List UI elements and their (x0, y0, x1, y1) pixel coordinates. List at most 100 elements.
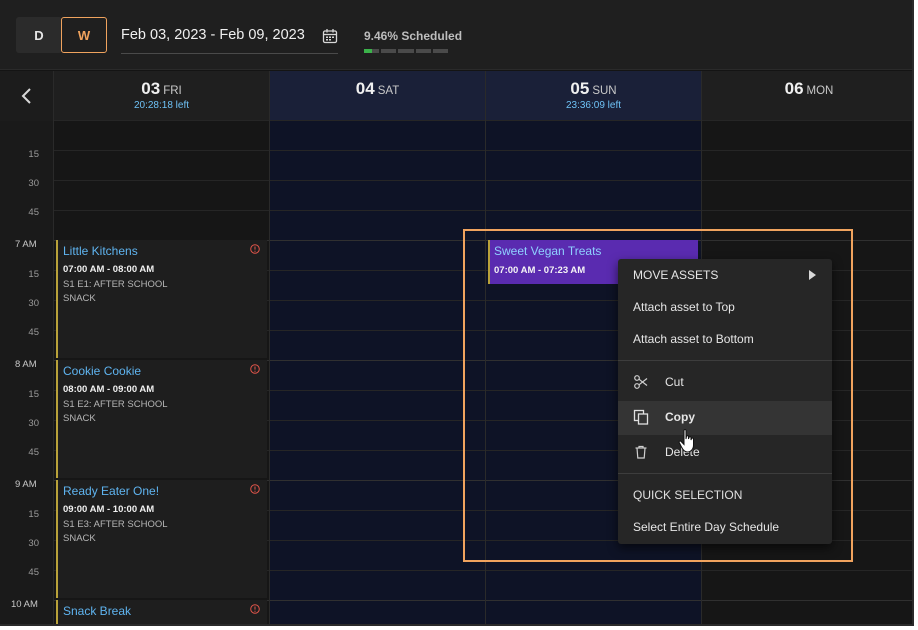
grid-line (270, 420, 485, 421)
time-label: 30 (28, 538, 39, 549)
grid-line (54, 120, 269, 121)
menu-divider (618, 473, 832, 474)
grid-line (486, 180, 701, 181)
time-label: 30 (28, 298, 39, 309)
grid-line (702, 600, 912, 601)
grid-line (270, 150, 485, 151)
grid-line (270, 570, 485, 571)
event-time: 08:00 AM - 09:00 AM (63, 384, 155, 395)
hour-label: 8 AM (15, 359, 37, 370)
event-title: Sweet Vegan Treats (494, 244, 602, 258)
day-column-sat[interactable] (270, 120, 486, 624)
grid-line (702, 150, 912, 151)
event-episode: S1 E2: AFTER SCHOOL (63, 399, 168, 410)
scheduled-progress-fill (364, 49, 372, 53)
calendar-icon[interactable] (322, 28, 338, 44)
grid-line (702, 180, 912, 181)
grid-line (270, 210, 485, 211)
scissors-icon (634, 375, 648, 389)
scheduled-progress-bar (364, 49, 449, 53)
hour-label: 9 AM (15, 479, 37, 490)
grid-line (54, 180, 269, 181)
menu-label: Copy (665, 410, 695, 424)
trash-icon (635, 445, 647, 459)
event-card[interactable]: Little Kitchens 07:00 AM - 08:00 AM S1 E… (56, 240, 267, 358)
hour-label: 10 AM (11, 599, 38, 610)
event-category: SNACK (63, 533, 96, 544)
event-card[interactable]: Cookie Cookie 08:00 AM - 09:00 AM S1 E2:… (56, 360, 267, 478)
grid-line (486, 210, 701, 211)
day-header-fri[interactable]: 03 FRI 20:28:18 left (54, 71, 270, 121)
day-name: FRI (163, 85, 182, 97)
menu-item-copy[interactable]: Copy (618, 401, 832, 435)
grid-line (702, 120, 912, 121)
time-label: 15 (28, 509, 39, 520)
time-label: 45 (28, 567, 39, 578)
day-header-row: 03 FRI 20:28:18 left 04 SAT 05 SUN 23:36:09… (0, 71, 912, 121)
day-header-sun[interactable]: 05 SUN 23:36:09 left (486, 71, 702, 121)
time-label: 45 (28, 207, 39, 218)
grid-line (270, 270, 485, 271)
time-label: 15 (28, 149, 39, 160)
day-header-mon[interactable]: 06 MON (702, 71, 912, 121)
event-card[interactable]: Snack Break (56, 600, 267, 624)
grid-line (486, 150, 701, 151)
warning-icon (250, 244, 260, 254)
event-category: SNACK (63, 413, 96, 424)
week-view-button[interactable]: W (61, 17, 107, 53)
grid-line (54, 150, 269, 151)
time-label: 15 (28, 389, 39, 400)
event-title: Cookie Cookie (63, 364, 142, 378)
day-number: 05 (570, 79, 590, 98)
event-category: SNACK (63, 293, 96, 304)
submenu-arrow-icon (809, 270, 816, 280)
menu-label: Delete (665, 445, 700, 459)
day-view-button[interactable]: D (16, 17, 62, 53)
event-episode: S1 E3: AFTER SCHOOL (63, 519, 168, 530)
grid-line (270, 240, 485, 241)
top-toolbar: D W Feb 03, 2023 - Feb 09, 2023 9.46% Sc… (0, 0, 912, 70)
time-label: 30 (28, 418, 39, 429)
grid-line (270, 600, 485, 601)
grid-line (270, 510, 485, 511)
warning-icon (250, 364, 260, 374)
menu-item-delete[interactable]: Delete (618, 436, 832, 468)
scheduler-app: D W Feb 03, 2023 - Feb 09, 2023 9.46% Sc… (0, 0, 914, 626)
previous-week-button[interactable] (0, 71, 54, 121)
event-description: S1 E3: AFTER SCHOOL SNACK (63, 518, 243, 546)
day-name: MON (806, 85, 834, 97)
menu-item-attach-top[interactable]: Attach asset to Top (618, 291, 832, 323)
day-number: 03 (141, 79, 161, 98)
day-name: SAT (377, 85, 400, 97)
grid-line (702, 570, 912, 571)
menu-item-attach-bottom[interactable]: Attach asset to Bottom (618, 323, 832, 355)
day-number: 04 (355, 79, 375, 98)
event-episode: S1 E1: AFTER SCHOOL (63, 279, 168, 290)
day-name: SUN (592, 85, 617, 97)
date-range-text: Feb 03, 2023 - Feb 09, 2023 (121, 27, 305, 43)
menu-section-header: QUICK SELECTION (633, 488, 743, 502)
grid-line (270, 540, 485, 541)
time-label: 15 (28, 269, 39, 280)
event-card[interactable]: Ready Eater One! 09:00 AM - 10:00 AM S1 … (56, 480, 267, 598)
grid-line (486, 570, 701, 571)
warning-icon (250, 484, 260, 494)
menu-label: Attach asset to Bottom (633, 332, 754, 346)
grid-line (270, 300, 485, 301)
menu-item-cut[interactable]: Cut (618, 366, 832, 398)
event-description: S1 E1: AFTER SCHOOL SNACK (63, 278, 243, 306)
time-axis: 15 30 45 7 AM 15 30 45 8 AM 15 30 45 9 A… (0, 121, 54, 624)
event-time: 09:00 AM - 10:00 AM (63, 504, 155, 515)
date-range-picker[interactable]: Feb 03, 2023 - Feb 09, 2023 (121, 24, 338, 54)
hour-label: 7 AM (15, 239, 37, 250)
day-header-sat[interactable]: 04 SAT (270, 71, 486, 121)
scheduled-percentage: 9.46% Scheduled (364, 29, 463, 43)
copy-icon (633, 409, 649, 425)
menu-label: Attach asset to Top (633, 300, 735, 314)
menu-item-select-entire-day[interactable]: Select Entire Day Schedule (618, 511, 832, 543)
grid-line (486, 600, 701, 601)
menu-item-move-assets[interactable]: MOVE ASSETS (618, 259, 832, 291)
grid-line (270, 450, 485, 451)
time-left: 20:28:18 left (133, 100, 190, 111)
grid-line (270, 390, 485, 391)
